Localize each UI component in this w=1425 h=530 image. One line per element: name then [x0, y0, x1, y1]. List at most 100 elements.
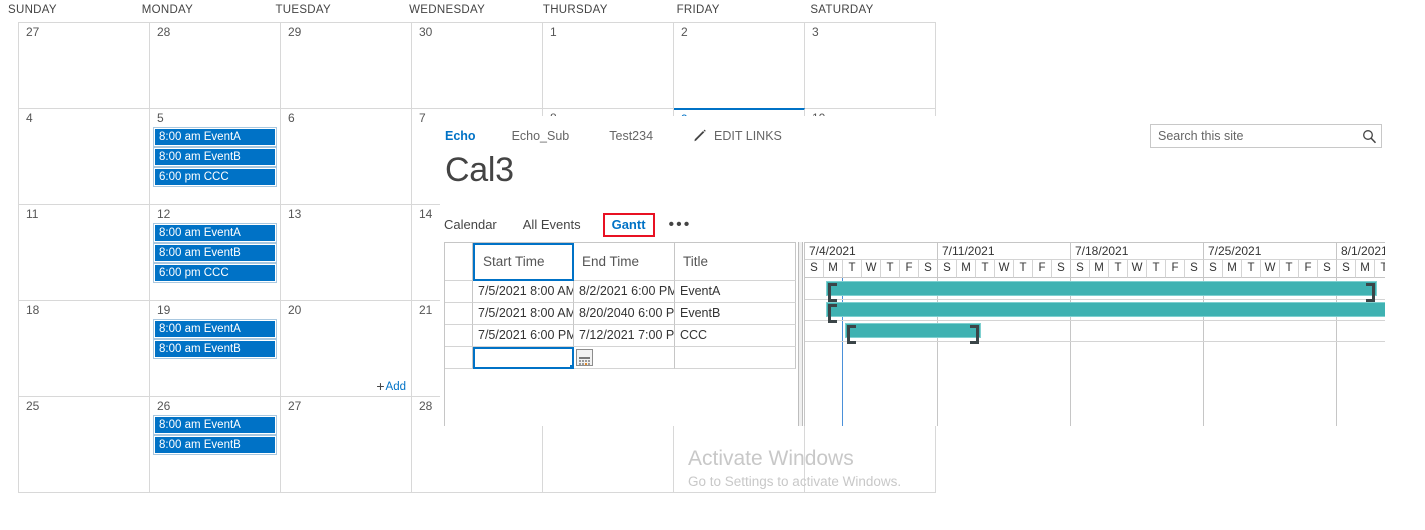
gantt-column-header[interactable]: Title	[675, 243, 796, 281]
calendar-day-cell[interactable]: 26 8:00 am EventA 8:00 am EventB	[150, 397, 281, 493]
calendar-day-cell[interactable]: 5 8:00 am EventA 8:00 am EventB 6:00 pm CCC	[150, 109, 281, 205]
edit-links-button[interactable]: EDIT LINKS	[693, 129, 782, 143]
calendar-day-number: 28	[157, 25, 171, 39]
calendar-event[interactable]: 8:00 am EventA	[153, 223, 277, 243]
gantt-table-row[interactable]: 7/5/2021 8:00 AM 8/20/2040 6:00 PM EventB	[445, 303, 796, 325]
gantt-new-row-title-cell[interactable]	[675, 347, 796, 369]
view-tab-all-events[interactable]: All Events	[523, 215, 581, 235]
calendar-event[interactable]: 8:00 am EventB	[153, 147, 277, 167]
calendar-dayname: MONDAY	[141, 4, 194, 16]
gantt-cell-end[interactable]: 8/2/2021 6:00 PM	[574, 281, 675, 303]
calendar-day-cell[interactable]: 11	[19, 205, 150, 301]
top-link-echo-sub[interactable]: Echo_Sub	[512, 129, 570, 143]
calendar-day-cell[interactable]: 12 8:00 am EventA 8:00 am EventB 6:00 pm CC…	[150, 205, 281, 301]
calendar-day-cell[interactable]: 25	[19, 397, 150, 493]
timeline-bars-area[interactable]	[805, 278, 1385, 426]
gantt-row-selector[interactable]	[445, 281, 473, 303]
calendar-day-cell[interactable]: 29	[281, 23, 412, 109]
gantt-new-row-end-cell[interactable]	[574, 347, 675, 369]
calendar-week-row: 27 28 29 30 1 2 3	[19, 23, 936, 109]
site-search-box[interactable]: Search this site	[1150, 124, 1382, 148]
timeline-row-gridline	[805, 320, 1385, 321]
gantt-bar[interactable]	[845, 323, 981, 344]
calendar-event[interactable]: 8:00 am EventB	[153, 435, 277, 455]
gantt-cell-end[interactable]: 7/12/2021 7:00 PM	[574, 325, 675, 347]
calendar-day-cell[interactable]: 18	[19, 301, 150, 397]
gantt-row-selector[interactable]	[445, 243, 473, 281]
view-tabs-overflow-button[interactable]: •••	[669, 217, 692, 233]
timeline-week-label: 7/18/2021	[1071, 243, 1204, 260]
calendar-day-number: 27	[26, 25, 40, 39]
calendar-event[interactable]: 8:00 am EventB	[153, 243, 277, 263]
pencil-icon	[693, 129, 707, 143]
gantt-table-row[interactable]: 7/5/2021 6:00 PM 7/12/2021 7:00 PM CCC	[445, 325, 796, 347]
gantt-header-row[interactable]: Start Time End Time Title	[445, 243, 796, 281]
calendar-day-cell[interactable]: 6	[281, 109, 412, 205]
gantt-column-header[interactable]: End Time	[574, 243, 675, 281]
date-picker-grid	[579, 353, 590, 365]
view-tab-gantt[interactable]: Gantt	[602, 213, 655, 237]
date-picker-icon[interactable]	[576, 349, 593, 366]
gantt-row-selector[interactable]	[445, 325, 473, 347]
search-input[interactable]: Search this site	[1151, 125, 1357, 147]
calendar-day-number: 6	[288, 111, 295, 125]
gantt-cell-title[interactable]: EventB	[675, 303, 796, 325]
gantt-new-row-start-input[interactable]	[473, 347, 574, 369]
calendar-event[interactable]: 6:00 pm CCC	[153, 263, 277, 283]
timeline-day-initial: M	[957, 260, 976, 278]
top-link-echo[interactable]: Echo	[445, 129, 476, 143]
gantt-cell-title[interactable]: CCC	[675, 325, 796, 347]
gantt-cell-start[interactable]: 7/5/2021 8:00 AM	[473, 303, 574, 325]
gantt-bar-start-cap	[847, 325, 856, 344]
gantt-row-selector[interactable]	[445, 347, 473, 369]
timeline-day-initial: F	[1033, 260, 1052, 278]
calendar-day-number: 1	[550, 25, 557, 39]
gantt-table-row[interactable]	[445, 347, 796, 369]
calendar-day-cell[interactable]: 28	[150, 23, 281, 109]
calendar-event[interactable]: 8:00 am EventA	[153, 127, 277, 147]
gantt-column-header[interactable]: Start Time	[473, 243, 574, 281]
calendar-day-number: 11	[26, 207, 39, 221]
timeline-day-initial: S	[1185, 260, 1204, 278]
gantt-bar-end-cap	[1366, 283, 1375, 302]
search-icon[interactable]	[1357, 125, 1381, 147]
calendar-day-cell[interactable]: 27	[19, 23, 150, 109]
calendar-day-cell[interactable]: 20 +Add	[281, 301, 412, 397]
gantt-bar[interactable]	[826, 281, 1377, 302]
gantt-datasheet-empty-area	[445, 369, 796, 413]
gantt-row-selector[interactable]	[445, 303, 473, 325]
calendar-day-cell[interactable]: 4	[19, 109, 150, 205]
gantt-splitter[interactable]	[797, 242, 804, 426]
timeline-day-initial: T	[976, 260, 995, 278]
calendar-day-number: 12	[157, 207, 171, 221]
calendar-day-cell[interactable]: 30	[412, 23, 543, 109]
view-tab-calendar[interactable]: Calendar	[444, 215, 497, 235]
gantt-cell-start[interactable]: 7/5/2021 6:00 PM	[473, 325, 574, 347]
calendar-day-number: 29	[288, 25, 302, 39]
calendar-day-cell[interactable]: 3	[805, 23, 936, 109]
calendar-event[interactable]: 6:00 pm CCC	[153, 167, 277, 187]
gantt-table-row[interactable]: 7/5/2021 8:00 AM 8/2/2021 6:00 PM EventA	[445, 281, 796, 303]
timeline-row-gridline	[805, 299, 1385, 300]
timeline-day-initial: W	[1128, 260, 1147, 278]
calendar-event[interactable]: 8:00 am EventA	[153, 319, 277, 339]
timeline-day-initial: M	[824, 260, 843, 278]
gantt-timeline[interactable]: 7/4/2021 7/11/2021 7/18/2021 7/25/2021 8/1/2…	[804, 242, 1385, 426]
calendar-day-cell[interactable]: 27	[281, 397, 412, 493]
calendar-day-cell[interactable]: 1	[543, 23, 674, 109]
calendar-add-event-button[interactable]: +Add	[376, 378, 406, 394]
gantt-datasheet[interactable]: Start Time End Time Title 7/5/2021 8:00 AM 8…	[444, 242, 796, 426]
calendar-day-cell[interactable]: 2	[674, 23, 805, 109]
gantt-cell-title[interactable]: EventA	[675, 281, 796, 303]
calendar-event[interactable]: 8:00 am EventA	[153, 415, 277, 435]
gantt-cell-end[interactable]: 8/20/2040 6:00 PM	[574, 303, 675, 325]
timeline-day-initial: S	[805, 260, 824, 278]
top-link-test234[interactable]: Test234	[609, 129, 653, 143]
calendar-event[interactable]: 8:00 am EventB	[153, 339, 277, 359]
gantt-cell-start[interactable]: 7/5/2021 8:00 AM	[473, 281, 574, 303]
calendar-day-cell[interactable]: 19 8:00 am EventA 8:00 am EventB	[150, 301, 281, 397]
gantt-bar[interactable]	[826, 302, 1385, 323]
timeline-week-label: 8/1/2021	[1337, 243, 1385, 260]
top-navigation-links: Echo Echo_Sub Test234 EDIT LINKS	[445, 128, 782, 144]
calendar-day-cell[interactable]: 13	[281, 205, 412, 301]
